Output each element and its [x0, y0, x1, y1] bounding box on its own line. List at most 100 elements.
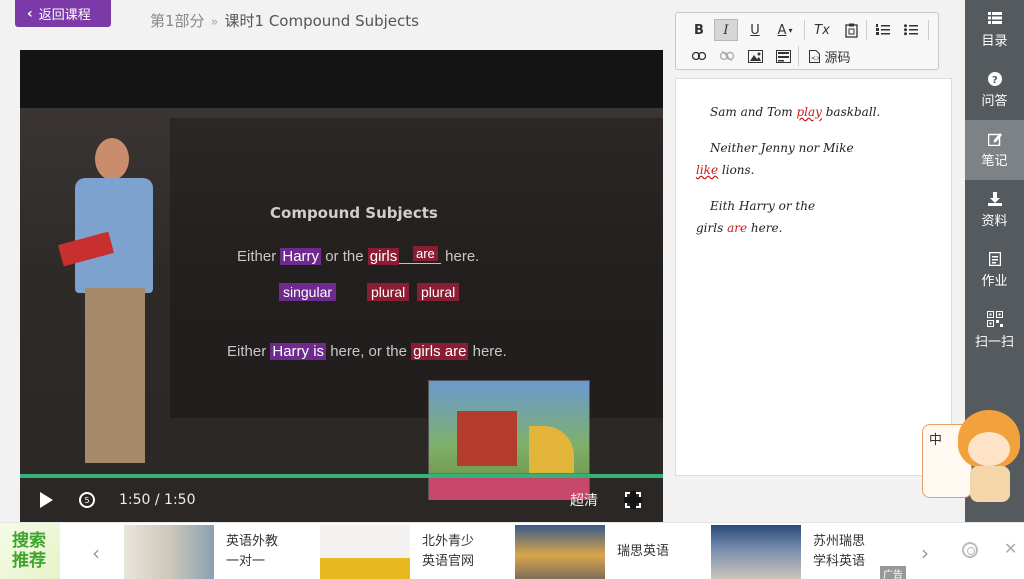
presenter [58, 138, 170, 518]
note-text: here. [750, 221, 783, 235]
ad-line: 苏州瑞思 [813, 533, 866, 549]
ad-thumb-image [320, 524, 410, 579]
source-label: 源码 [824, 50, 851, 66]
ad-item[interactable]: 瑞思英语 [515, 523, 669, 579]
slide-word: or the [325, 248, 364, 265]
editor-toolbar: B I U A ▾ Tx <> 源码 [675, 12, 939, 70]
play-icon[interactable] [40, 492, 53, 508]
toolbar-divider [928, 20, 929, 40]
ordered-list-icon[interactable] [872, 19, 894, 41]
playground-tower [457, 411, 517, 466]
rail-item-notes[interactable]: 笔记 [965, 120, 1024, 180]
rail-item-catalog[interactable]: 目录 [965, 0, 1024, 60]
paste-icon[interactable] [840, 19, 862, 41]
video-frame: Compound Subjects Either Harry or the gi… [20, 108, 663, 522]
svg-text:<>: <> [811, 55, 820, 62]
qrcode-icon [986, 310, 1003, 327]
download-icon [987, 191, 1002, 206]
svg-text:?: ? [992, 75, 998, 86]
chevron-left-icon[interactable]: ‹ [92, 541, 100, 565]
note-red-word: are [727, 221, 748, 235]
ad-line: 英语官网 [422, 553, 475, 569]
breadcrumb: 第1部分 » 课时1 Compound Subjects [150, 10, 419, 31]
ad-line: 一对一 [226, 553, 266, 569]
chevron-down-icon: ▾ [788, 25, 793, 35]
fullscreen-icon[interactable] [624, 491, 642, 509]
ad-thumb-image [124, 524, 214, 579]
ad-text: 北外青少 英语官网 [422, 532, 474, 572]
toolbar-divider [866, 20, 867, 40]
note-paragraph: Neither Jenny nor Mike like lions. [696, 137, 931, 181]
slide-tag-are: are [413, 246, 438, 261]
rail-item-qa[interactable]: ? 问答 [965, 60, 1024, 120]
homework-icon [988, 251, 1002, 266]
app-root: ‹ 返回课程 第1部分 » 课时1 Compound Subjects Comp… [0, 0, 1024, 579]
chevron-right-icon[interactable]: › [921, 541, 929, 565]
rail-item-scan[interactable]: 扫一扫 [965, 300, 1024, 360]
breadcrumb-separator: » [210, 15, 219, 30]
ad-bar: 搜索推荐 ‹ 英语外教 一对一 北外青少 英语官网 瑞思英语 苏州瑞思 学科英语… [0, 522, 1024, 579]
mascot-widget[interactable]: 中 [920, 410, 1024, 510]
close-icon[interactable]: ✕ [1004, 539, 1017, 558]
ad-item[interactable]: 苏州瑞思 学科英语 [711, 523, 865, 579]
replay-icon[interactable]: 5 [79, 492, 95, 508]
note-paragraph: Sam and Tom play baskball. [696, 101, 931, 123]
underline-button[interactable]: U [744, 19, 766, 41]
mascot-face [968, 432, 1010, 466]
ad-line: 英语外教 [226, 533, 279, 549]
slide-title: Compound Subjects [270, 204, 438, 222]
slide-tag-singular: singular [279, 283, 337, 301]
quality-button[interactable]: 超清 [570, 490, 598, 510]
breadcrumb-current: 课时1 Compound Subjects [224, 12, 419, 30]
media-icon[interactable] [772, 45, 794, 67]
font-color-label: A [777, 22, 787, 38]
presenter-pants [85, 288, 145, 463]
rail-label: 目录 [981, 33, 1008, 49]
notes-editor-content[interactable]: Sam and Tom play baskball. Neither Jenny… [675, 78, 952, 476]
ad-line: 北外青少 [422, 533, 475, 549]
slide-line-1: Either Harry or the girls_____ here. [237, 248, 479, 265]
note-marked-word: like [696, 163, 719, 177]
clear-format-button[interactable]: Tx [810, 19, 834, 41]
link-icon[interactable] [688, 45, 710, 67]
ad-text: 瑞思英语 [617, 542, 669, 562]
video-player[interactable]: Compound Subjects Either Harry or the gi… [20, 50, 663, 522]
ad-text: 英语外教 一对一 [226, 532, 278, 572]
presenter-head [95, 138, 129, 180]
ad-item[interactable]: 北外青少 英语官网 [320, 523, 474, 579]
slide-word-girls-are: girls are [411, 343, 469, 360]
slide-tag-plural: plural [367, 283, 410, 301]
gear-icon[interactable] [962, 542, 978, 558]
question-icon: ? [987, 71, 1002, 86]
slide-tag-plural: plural [417, 283, 460, 301]
slide-line-2: Either Harry is here, or the girls are h… [227, 343, 507, 360]
toolbar-divider [804, 20, 805, 40]
note-text: Sam and Tom [710, 105, 793, 119]
slide-word: here. [445, 248, 480, 265]
ad-line: 学科英语 [813, 553, 866, 569]
ad-bar-label: 搜索推荐 [0, 523, 60, 579]
slide-word-harry: Harry [280, 248, 322, 265]
rail-item-materials[interactable]: 资料 [965, 180, 1024, 240]
ad-line: 瑞思英语 [617, 543, 670, 559]
font-color-button[interactable]: A ▾ [772, 19, 798, 41]
ad-item[interactable]: 英语外教 一对一 [124, 523, 278, 579]
slide-word-harry-is: Harry is [270, 343, 327, 360]
note-marked-word: play [796, 105, 822, 119]
ad-thumb-image [711, 524, 801, 579]
back-to-course-button[interactable]: ‹ 返回课程 [15, 0, 111, 27]
rail-item-homework[interactable]: 作业 [965, 240, 1024, 300]
chevron-left-icon: ‹ [27, 5, 33, 22]
mascot-body [970, 466, 1010, 502]
note-text: girls [696, 221, 724, 235]
breadcrumb-part[interactable]: 第1部分 [150, 10, 205, 31]
bold-button[interactable]: B [688, 19, 710, 41]
ad-text: 苏州瑞思 学科英语 [813, 532, 865, 572]
source-button[interactable]: <> 源码 [806, 45, 854, 67]
rail-label: 扫一扫 [974, 334, 1014, 350]
mascot-bubble-text: 中 [929, 433, 943, 448]
italic-button[interactable]: I [714, 19, 738, 41]
bullet-list-icon[interactable] [900, 19, 922, 41]
unlink-icon [716, 45, 738, 67]
image-icon[interactable] [744, 45, 766, 67]
